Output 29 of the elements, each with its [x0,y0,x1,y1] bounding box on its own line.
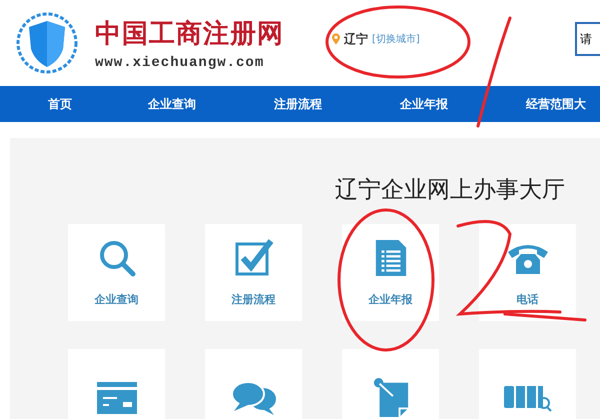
service-tile[interactable] [479,349,576,419]
tile-label: 注册流程 [232,292,276,307]
current-city: 辽宁 [344,30,368,48]
checkbox-icon [234,238,274,278]
search-field[interactable]: 请 [575,22,600,56]
location-pin-icon [332,33,340,45]
site-url: www.xiechuangw.com [95,54,266,70]
service-tile[interactable] [205,349,302,419]
switch-city-link[interactable]: [切换城市] [372,32,420,46]
nav-link[interactable]: 注册流程 [274,96,400,112]
nav-link[interactable]: 经营范围大 [526,96,600,112]
site-name: 中国工商注册网 [95,18,284,50]
service-tile[interactable] [68,349,165,419]
nav-link[interactable]: 首页 [48,96,148,112]
tile-label: 企业查询 [94,292,138,307]
card-icon [94,380,138,416]
document-icon [374,238,408,278]
shield-logo-icon [15,11,79,75]
service-tile[interactable] [342,349,439,419]
nav-link[interactable]: 企业年报 [400,96,526,112]
service-tile[interactable]: 企业年报 [342,224,439,321]
service-tile[interactable]: 注册流程 [205,224,302,321]
service-tile[interactable]: 电话 [479,224,576,321]
nav-link[interactable]: 企业查询 [148,96,274,112]
hall-title: 辽宁企业网上办事大厅 [335,176,566,205]
tile-label: 企业年报 [368,292,412,307]
pinned-note-icon [372,376,410,419]
service-tile[interactable]: 企业查询 [68,224,165,321]
tile-label: 电话 [516,292,538,307]
